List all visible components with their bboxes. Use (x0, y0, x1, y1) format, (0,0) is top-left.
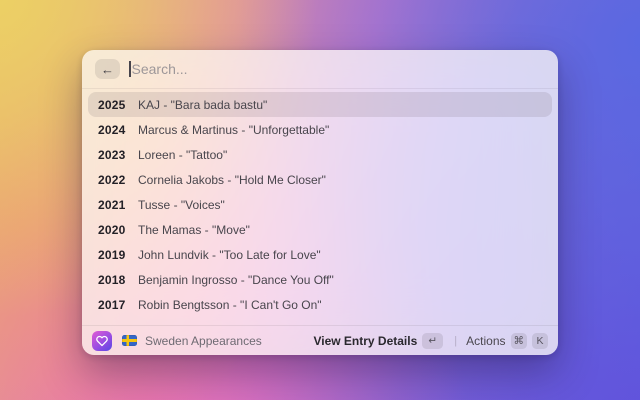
entry-title: Robin Bengtsson - "I Can't Go On" (138, 297, 322, 312)
entry-year: 2018 (98, 272, 126, 287)
entry-year: 2019 (98, 247, 126, 262)
entry-title: KAJ - "Bara bada bastu" (138, 97, 268, 112)
heart-icon (92, 330, 112, 351)
list-item[interactable]: 2021 Tusse - "Voices" (88, 192, 552, 217)
view-entry-details-button[interactable]: View Entry Details (313, 334, 417, 348)
entry-title: Cornelia Jakobs - "Hold Me Closer" (138, 172, 326, 187)
footer-actions: View Entry Details ↵ | Actions ⌘ K (313, 332, 548, 349)
entry-title: The Mamas - "Move" (138, 222, 250, 237)
entry-year: 2017 (98, 297, 126, 312)
list-item[interactable]: 2024 Marcus & Martinus - "Unforgettable" (88, 117, 552, 142)
entry-year: 2022 (98, 172, 126, 187)
entry-year: 2020 (98, 222, 126, 237)
search-placeholder: Search... (131, 61, 188, 77)
footer-divider: | (454, 334, 458, 347)
source-label: Sweden Appearances (145, 333, 262, 348)
list-item[interactable]: 2019 John Lundvik - "Too Late for Love" (88, 242, 552, 267)
entry-year: 2024 (98, 122, 126, 137)
entry-year: 2023 (98, 147, 126, 162)
footer: Sweden Appearances View Entry Details ↵ … (82, 325, 558, 355)
back-arrow-icon: ← (101, 61, 114, 77)
entry-title: Loreen - "Tattoo" (138, 147, 228, 162)
list-item[interactable]: 2025 KAJ - "Bara bada bastu" (88, 92, 552, 117)
entry-title: John Lundvik - "Too Late for Love" (138, 247, 321, 262)
entry-year: 2021 (98, 197, 126, 212)
actions-button[interactable]: Actions (466, 334, 505, 348)
list-item[interactable]: 2018 Benjamin Ingrosso - "Dance You Off" (88, 267, 552, 292)
list-item[interactable]: 2020 The Mamas - "Move" (88, 217, 552, 242)
search-input[interactable]: Search... (129, 61, 545, 77)
return-key-icon: ↵ (422, 332, 444, 349)
k-key-icon: K (532, 332, 548, 349)
list-item[interactable]: 2023 Loreen - "Tattoo" (88, 142, 552, 167)
entry-title: Tusse - "Voices" (138, 197, 225, 212)
list-item[interactable]: 2017 Robin Bengtsson - "I Can't Go On" (88, 292, 552, 317)
entry-list: 2025 KAJ - "Bara bada bastu" 2024 Marcus… (82, 89, 558, 325)
entry-title: Benjamin Ingrosso - "Dance You Off" (138, 272, 334, 287)
command-palette-window: ← Search... 2025 KAJ - "Bara bada bastu"… (82, 50, 558, 355)
list-item[interactable]: 2022 Cornelia Jakobs - "Hold Me Closer" (88, 167, 552, 192)
entry-year: 2025 (98, 97, 126, 112)
sweden-flag-icon (122, 335, 137, 346)
text-caret (129, 61, 131, 77)
back-button[interactable]: ← (95, 59, 120, 79)
search-bar: ← Search... (82, 50, 558, 89)
entry-title: Marcus & Martinus - "Unforgettable" (138, 122, 330, 137)
command-key-icon: ⌘ (510, 332, 527, 349)
